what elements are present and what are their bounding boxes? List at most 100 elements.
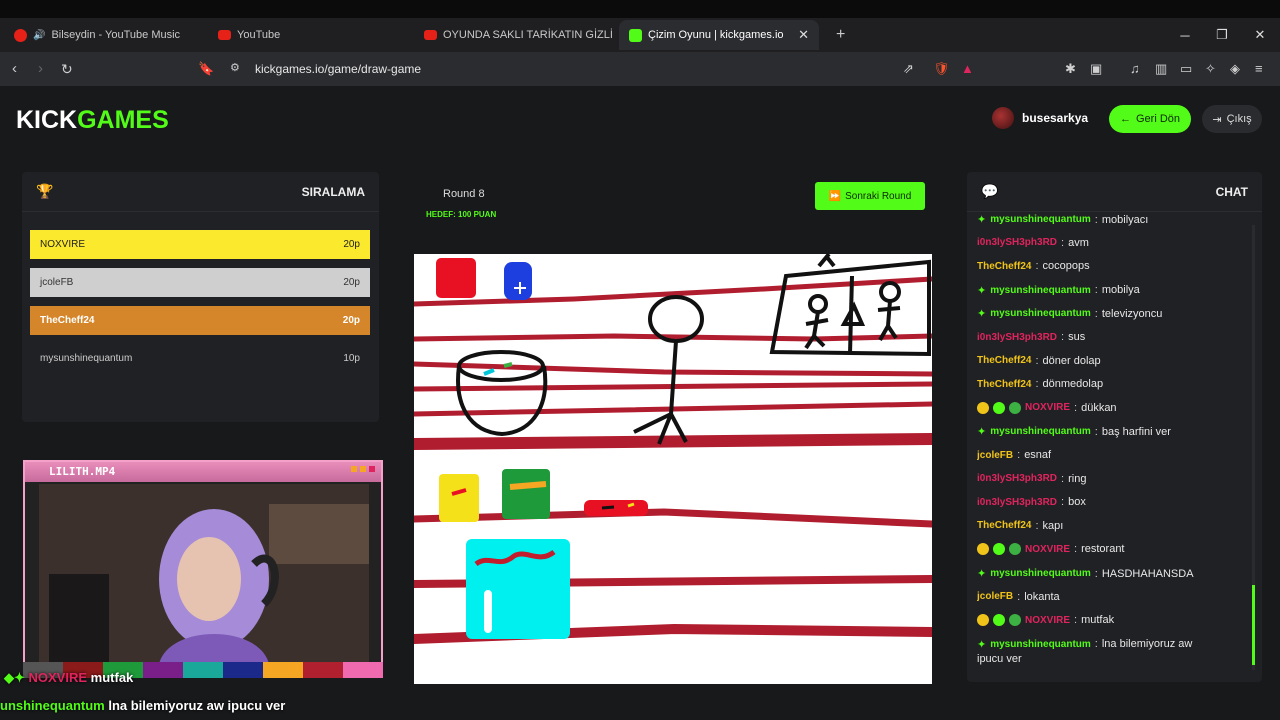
ranking-panel: 🏆 SIRALAMA	[22, 172, 379, 422]
swatch-purple[interactable]	[143, 662, 183, 678]
chat-separator: :	[1094, 425, 1098, 438]
red-bar-mark-yellow	[627, 502, 635, 508]
stream-overlay-line-2: unshinequantum lna bilemiyoruz aw ipucu …	[0, 698, 286, 713]
chat-username[interactable]: NOXVIRE	[1025, 402, 1070, 413]
wallet-icon[interactable]: ▭	[1180, 61, 1192, 77]
red-bar	[584, 500, 648, 516]
chat-username[interactable]: TheCheff24	[977, 261, 1031, 272]
chat-username[interactable]: mysunshinequantum	[990, 285, 1091, 296]
chat-text: cocopops	[1042, 260, 1090, 273]
youtube-music-icon	[14, 28, 27, 42]
youtube-icon	[424, 30, 437, 40]
chat-scrollbar-thumb[interactable]	[1252, 585, 1255, 665]
back-button[interactable]: ← Geri Dön	[1109, 105, 1191, 133]
vpn-icon[interactable]: ◈	[1230, 61, 1240, 77]
chat-username[interactable]: i0n3lySH3ph3RD	[977, 332, 1057, 343]
user-profile[interactable]: busesarkya	[992, 107, 1088, 129]
reload-icon[interactable]: ↻	[61, 61, 73, 78]
diamond-badge-icon: ✦	[977, 426, 987, 439]
logout-button[interactable]: ⇥ Çıkış	[1202, 105, 1262, 133]
gift-badge-icon	[1009, 401, 1021, 414]
chat-username[interactable]: jcoleFB	[977, 591, 1013, 602]
swatch-red[interactable]	[303, 662, 343, 678]
chat-username[interactable]: mysunshinequantum	[990, 426, 1091, 437]
music-icon[interactable]: ♫	[1130, 61, 1140, 76]
tab-kickgames[interactable]: Çizim Oyunu | kickgames.io ✕	[619, 20, 819, 50]
share-icon[interactable]: ⇗	[903, 61, 914, 77]
chat-username[interactable]: i0n3lySH3ph3RD	[977, 237, 1057, 248]
chat-separator: :	[1074, 543, 1078, 556]
extensions-icon[interactable]: ✱	[1065, 61, 1076, 77]
address-bar-area	[0, 52, 1280, 86]
brave-rewards-icon[interactable]: ▲	[961, 61, 974, 76]
chat-username[interactable]: mysunshinequantum	[990, 308, 1091, 319]
forward-icon[interactable]: ›	[38, 60, 43, 77]
kickgames-logo[interactable]: KICKGAMES	[16, 106, 169, 135]
swatch-blue[interactable]	[223, 662, 263, 678]
chat-title: CHAT	[1215, 184, 1248, 199]
chat-username[interactable]: NOXVIRE	[1025, 544, 1070, 555]
diamond-badge-icon	[993, 543, 1005, 556]
swatch-pink[interactable]	[343, 662, 383, 678]
drawing-canvas[interactable]	[408, 252, 938, 684]
gift-badge-icon	[1009, 614, 1021, 627]
chat-username[interactable]: i0n3lySH3ph3RD	[977, 497, 1057, 508]
screenshot-icon[interactable]: ▣	[1090, 61, 1102, 77]
next-round-button[interactable]: ⏩ Sonraki Round	[815, 182, 925, 210]
swatch-teal[interactable]	[183, 662, 223, 678]
chat-username[interactable]: mysunshinequantum	[990, 568, 1091, 579]
chat-message-list[interactable]: ✦ mysunshinequantum: mobilyacı i0n3lySH3ph3…	[977, 213, 1245, 675]
new-tab-button[interactable]: +	[826, 20, 854, 50]
diamond-badge-icon	[993, 614, 1005, 627]
close-tab-icon[interactable]: ✕	[798, 27, 809, 43]
target-points: HEDEF: 100 PUAN	[426, 210, 497, 219]
red-block	[436, 258, 476, 298]
chat-text: mutfak	[1081, 614, 1115, 627]
brave-shield-icon[interactable]: 🛡	[933, 61, 950, 77]
site-settings-icon[interactable]: ⚙	[230, 61, 240, 74]
screen-top-strip	[0, 0, 1280, 18]
chat-separator: :	[1061, 331, 1065, 343]
chat-username[interactable]: TheCheff24	[977, 379, 1031, 390]
swatch-orange[interactable]	[263, 662, 303, 678]
minimize-icon[interactable]: ─	[1166, 18, 1204, 52]
chat-separator: :	[1017, 449, 1021, 461]
tab-youtube[interactable]: YouTube	[208, 20, 408, 50]
chat-username[interactable]: mysunshinequantum	[990, 214, 1091, 225]
ranking-row: mysunshinequantum 10p	[30, 344, 370, 373]
coin-badge-icon	[977, 614, 989, 627]
diamond-badge-icon: ✦	[977, 284, 987, 297]
chat-message: ✦ mysunshinequantum: lna bilemiyoruz aw	[977, 638, 1245, 651]
leo-icon[interactable]: ✧	[1205, 61, 1216, 77]
tab-youtube-music[interactable]: 🔊 Bilseydin - YouTube Music	[4, 20, 204, 50]
bookmark-icon[interactable]: 🔖	[198, 61, 214, 77]
url-field[interactable]: kickgames.io/game/draw-game	[255, 62, 421, 76]
chat-username[interactable]: NOXVIRE	[1025, 615, 1070, 626]
chat-username[interactable]: jcoleFB	[977, 450, 1013, 461]
ranking-row: jcoleFB 20p	[30, 268, 370, 297]
maximize-icon[interactable]: ❐	[1203, 18, 1241, 52]
chat-username[interactable]: TheCheff24	[977, 520, 1031, 531]
webcam-overlay: LILITH.MP4	[23, 460, 383, 678]
menu-icon[interactable]: ≡	[1255, 61, 1263, 76]
chat-separator: :	[1094, 284, 1098, 297]
chat-separator: :	[1094, 638, 1098, 651]
chat-message: NOXVIRE: mutfak	[977, 614, 1245, 627]
chat-username[interactable]: mysunshinequantum	[990, 639, 1091, 650]
kickgames-icon	[629, 28, 642, 42]
chat-message: ✦ mysunshinequantum: mobilyacı	[977, 213, 1245, 227]
chat-text: HASDHAHANSDA	[1101, 567, 1194, 580]
gift-badge-icon	[1009, 543, 1021, 556]
chat-text: lokanta	[1024, 590, 1060, 603]
chat-separator: :	[1094, 307, 1098, 320]
tab-label: OYUNDA SAKLI TARİKATIN GİZLİ SIRI	[443, 29, 614, 41]
chat-username[interactable]: i0n3lySH3ph3RD	[977, 473, 1057, 484]
sidebar-icon[interactable]: ▥	[1155, 61, 1167, 77]
back-icon[interactable]: ‹	[12, 60, 17, 77]
coin-badge-icon	[977, 543, 989, 556]
close-window-icon[interactable]: ✕	[1241, 18, 1279, 52]
chat-username[interactable]: TheCheff24	[977, 355, 1031, 366]
chat-message: i0n3lySH3ph3RD: sus	[977, 331, 1245, 343]
tab-youtube-video[interactable]: OYUNDA SAKLI TARİKATIN GİZLİ SIRI	[414, 20, 614, 50]
avatar	[992, 107, 1014, 129]
